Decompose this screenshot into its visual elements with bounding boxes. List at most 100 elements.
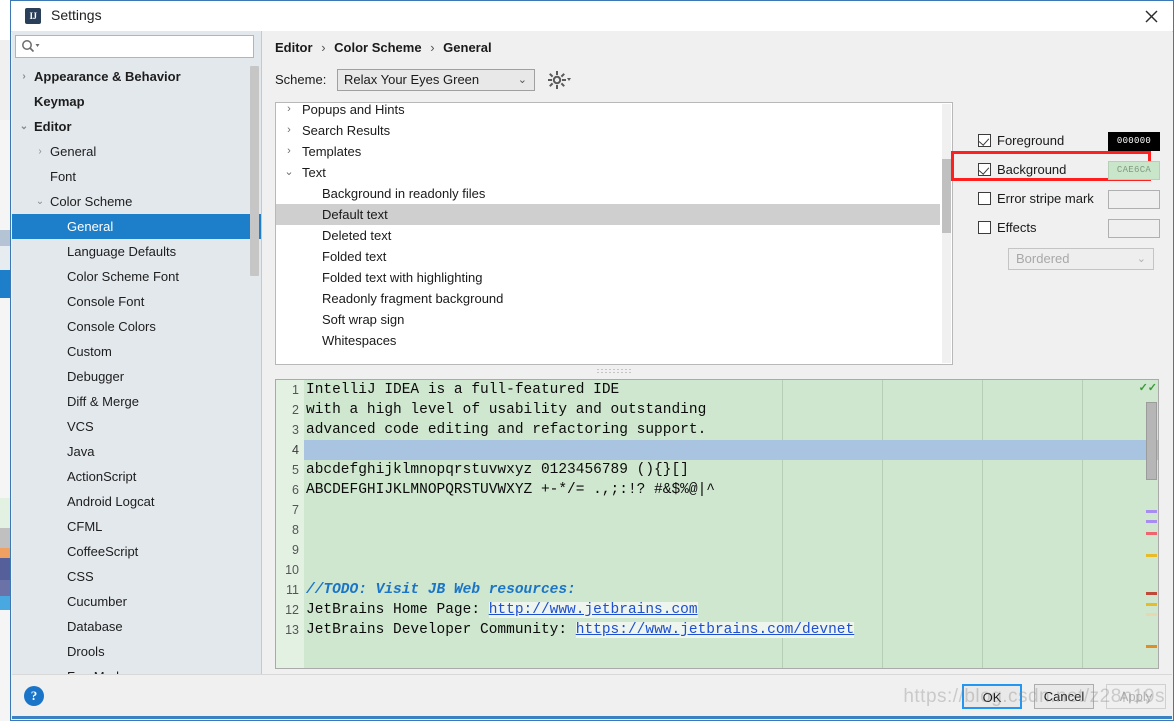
chevron-right-icon[interactable]: › [282, 141, 296, 162]
markup-marker[interactable] [1146, 532, 1157, 535]
markup-scroll-thumb[interactable] [1146, 402, 1157, 480]
markup-marker[interactable] [1146, 510, 1157, 513]
sidebar-item-custom[interactable]: Custom [12, 339, 261, 364]
preview-line: 11 //TODO: Visit JB Web resources: [286, 580, 1158, 600]
effects-color-swatch[interactable] [1108, 219, 1160, 238]
chevron-right-icon[interactable]: › [34, 139, 46, 164]
chevron-down-icon[interactable]: ⌄ [34, 189, 46, 214]
sidebar-item-font[interactable]: Font [12, 164, 261, 189]
chevron-right-icon[interactable]: › [18, 64, 30, 89]
sidebar-item-database[interactable]: Database [12, 614, 261, 639]
preview-editor[interactable]: 1 IntelliJ IDEA is a full-featured IDE 2 wi… [275, 379, 1159, 669]
scheme-tree-item-folded-text[interactable]: Folded text [276, 246, 940, 267]
app-icon-label: IJ [29, 11, 37, 21]
markup-marker[interactable] [1146, 645, 1157, 648]
sidebar-item-debugger[interactable]: Debugger [12, 364, 261, 389]
sidebar-item-label: Drools [67, 644, 105, 659]
chevron-down-icon: ⌄ [517, 74, 527, 86]
error-stripe-mark-swatch[interactable] [1108, 190, 1160, 209]
sidebar-item-keymap[interactable]: Keymap [12, 89, 261, 114]
search-icon [21, 39, 41, 55]
scheme-tree-item-background-in-readonly-files[interactable]: Background in readonly files [276, 183, 940, 204]
markup-marker[interactable] [1146, 613, 1157, 616]
foreground-checkbox[interactable] [978, 134, 991, 147]
scheme-tree-item-folded-text-with-highlighting[interactable]: Folded text with highlighting [276, 267, 940, 288]
error-stripe-mark-row: Error stripe mark [962, 186, 1174, 215]
foreground-color-swatch[interactable]: 000000 [1108, 132, 1160, 151]
sidebar-item-label: CoffeeScript [67, 544, 139, 559]
sidebar-item-general[interactable]: › General [12, 139, 261, 164]
sidebar-item-label: ActionScript [67, 469, 137, 484]
sidebar-item-cucumber[interactable]: Cucumber [12, 589, 261, 614]
color-scheme-tree-scrollbar[interactable] [942, 159, 951, 233]
scheme-tree-item-deleted-text[interactable]: Deleted text [276, 225, 940, 246]
markup-marker[interactable] [1146, 520, 1157, 523]
scheme-tree-item-templates[interactable]: › Templates [276, 141, 940, 162]
preview-hyperlink[interactable]: http://www.jetbrains.com [488, 602, 698, 618]
breadcrumb-editor[interactable]: Editor [275, 40, 313, 55]
help-icon[interactable]: ? [24, 686, 44, 706]
effects-checkbox[interactable] [978, 221, 991, 234]
sidebar-item-android-logcat[interactable]: Android Logcat [12, 489, 261, 514]
scheme-tree-item-soft-wrap-sign[interactable]: Soft wrap sign [276, 309, 940, 330]
sidebar-item-actionscript[interactable]: ActionScript [12, 464, 261, 489]
sidebar-item-cfml[interactable]: CFML [12, 514, 261, 539]
markup-marker[interactable] [1146, 603, 1157, 606]
sidebar-item-css[interactable]: CSS [12, 564, 261, 589]
cancel-button[interactable]: Cancel [1034, 684, 1094, 709]
chevron-down-icon[interactable]: ⌄ [18, 114, 30, 139]
sidebar-tree[interactable]: › Appearance & Behavior Keymap ⌄ Editor › Gene… [12, 64, 261, 675]
sidebar-item-language-defaults[interactable]: Language Defaults [12, 239, 261, 264]
chevron-right-icon[interactable]: › [282, 103, 296, 120]
markup-marker[interactable] [1146, 592, 1157, 595]
ok-button[interactable]: OK [962, 684, 1022, 709]
scheme-label: Scheme: [275, 72, 327, 87]
preview-markup-scrollbar[interactable]: ✓✓ [1139, 380, 1158, 668]
close-icon[interactable] [1129, 1, 1173, 31]
sidebar-item-appearance-behavior[interactable]: › Appearance & Behavior [12, 64, 261, 89]
sidebar-item-color-scheme-font[interactable]: Color Scheme Font [12, 264, 261, 289]
scheme-dropdown[interactable]: Relax Your Eyes Green ⌄ [337, 69, 535, 91]
preview-hyperlink[interactable]: https://www.jetbrains.com/devnet [575, 622, 855, 638]
sidebar-item-console-font[interactable]: Console Font [12, 289, 261, 314]
gear-icon[interactable] [547, 69, 573, 91]
preview-line-text: advanced code editing and refactoring su… [306, 422, 707, 438]
apply-button[interactable]: Apply [1106, 684, 1166, 709]
sidebar-scrollbar[interactable] [250, 66, 259, 276]
preview-line: 4 [292, 440, 1158, 460]
sidebar-item-java[interactable]: Java [12, 439, 261, 464]
dialog-window: IJ Settings › Appearance & Behavior Keym… [10, 0, 1174, 721]
chevron-down-icon[interactable]: ⌄ [282, 162, 296, 183]
breadcrumb-color-scheme[interactable]: Color Scheme [334, 40, 421, 55]
effect-type-dropdown[interactable]: Bordered ⌄ [1008, 248, 1154, 270]
sidebar-item-drools[interactable]: Drools [12, 639, 261, 664]
search-box[interactable] [15, 35, 254, 59]
sidebar-item-console-colors[interactable]: Console Colors [12, 314, 261, 339]
sidebar-item-diff-merge[interactable]: Diff & Merge [12, 389, 261, 414]
chevron-right-icon[interactable]: › [282, 120, 296, 141]
scheme-tree-item-default-text[interactable]: Default text [276, 204, 940, 225]
search-input[interactable] [42, 36, 251, 59]
scheme-tree-item-popups-and-hints[interactable]: › Popups and Hints [276, 103, 940, 120]
panel-splitter[interactable] [275, 365, 953, 375]
preview-line-number: 2 [292, 403, 299, 417]
background-checkbox[interactable] [978, 163, 991, 176]
scheme-tree-item-whitespaces[interactable]: Whitespaces [276, 330, 940, 351]
sidebar-item-coffeescript[interactable]: CoffeeScript [12, 539, 261, 564]
scheme-tree-item-text[interactable]: ⌄ Text [276, 162, 940, 183]
scheme-tree-item-label: Folded text [322, 249, 387, 264]
sidebar-item-general[interactable]: General [12, 214, 261, 239]
scheme-tree-item-readonly-fragment-background[interactable]: Readonly fragment background [276, 288, 940, 309]
preview-lines: 1 IntelliJ IDEA is a full-featured IDE 2 wi… [285, 380, 1158, 640]
sidebar-item-color-scheme[interactable]: ⌄ Color Scheme [12, 189, 261, 214]
background-color-swatch[interactable]: CAE6CA [1108, 161, 1160, 180]
sidebar-item-vcs[interactable]: VCS [12, 414, 261, 439]
preview-line-number: 5 [292, 463, 299, 477]
markup-marker[interactable] [1146, 554, 1157, 557]
breadcrumb-general[interactable]: General [443, 40, 491, 55]
error-stripe-mark-checkbox[interactable] [978, 192, 991, 205]
preview-line-number: 8 [292, 523, 299, 537]
scheme-tree-item-search-results[interactable]: › Search Results [276, 120, 940, 141]
sidebar-item-editor[interactable]: ⌄ Editor [12, 114, 261, 139]
color-scheme-tree[interactable]: › Popups and Hints › Search Results › Templat… [275, 102, 953, 365]
